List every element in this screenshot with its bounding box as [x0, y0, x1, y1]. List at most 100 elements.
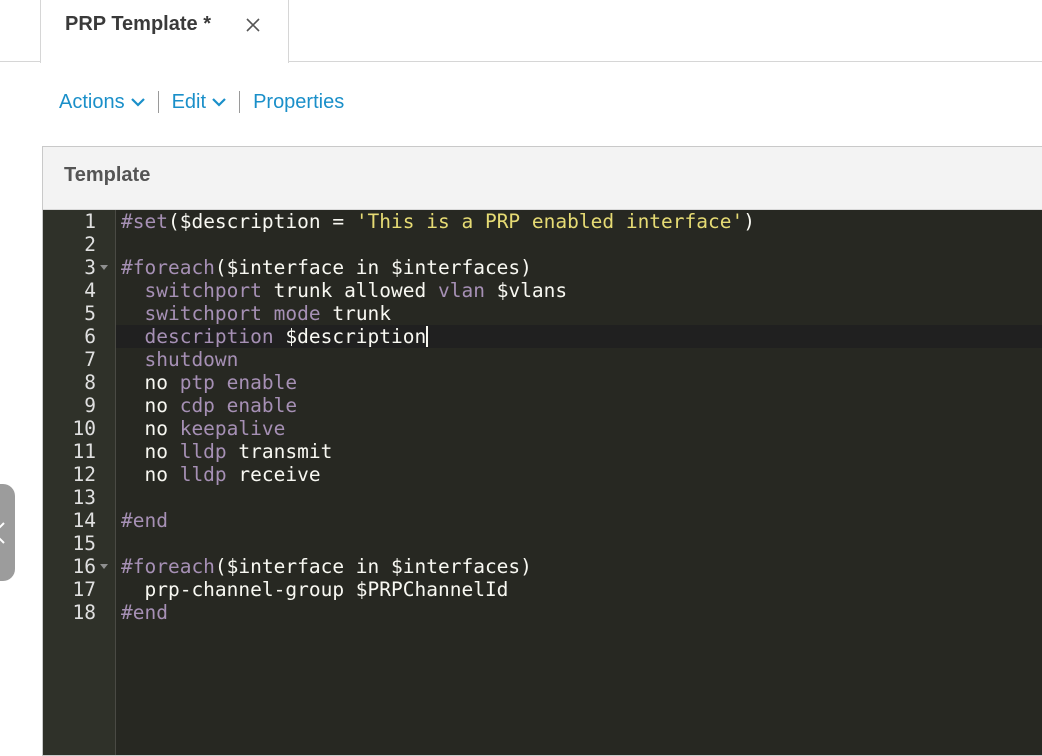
line-number: 15: [72, 532, 96, 555]
text-cursor: [426, 326, 429, 347]
line-number: 17: [72, 578, 96, 601]
tab-bar: PRP Template *: [0, 0, 1042, 63]
code-line[interactable]: 10 no keepalive: [43, 417, 1042, 440]
line-number: 9: [84, 394, 96, 417]
line-number: 13: [72, 486, 96, 509]
code-line[interactable]: 12 no lldp receive: [43, 463, 1042, 486]
toolbar-divider: [157, 91, 159, 113]
code-text: #end: [121, 509, 168, 532]
chevron-left-icon: [0, 522, 5, 544]
code-token: no: [121, 394, 180, 417]
code-editor[interactable]: 1 #set($description = 'This is a PRP enab…: [43, 210, 1042, 755]
code-token: ): [743, 210, 755, 233]
code-line[interactable]: 7 shutdown: [43, 348, 1042, 371]
code-line[interactable]: 8 no ptp enable: [43, 371, 1042, 394]
code-token: #foreach: [121, 555, 215, 578]
actions-menu-button[interactable]: Actions: [59, 91, 145, 114]
code-token: #end: [121, 601, 168, 624]
code-line[interactable]: 16 #foreach($interface in $interfaces): [43, 555, 1042, 578]
code-line[interactable]: 2: [43, 233, 1042, 256]
code-line[interactable]: 9 no cdp enable: [43, 394, 1042, 417]
code-text: no cdp enable: [121, 394, 297, 417]
code-line[interactable]: 4 switchport trunk allowed vlan $vlans: [43, 279, 1042, 302]
chevron-down-icon: [212, 98, 226, 107]
code-token: keepalive: [179, 417, 286, 440]
line-number: 7: [84, 348, 96, 371]
panel-title: Template: [64, 164, 151, 186]
code-token: #set: [121, 210, 168, 233]
line-number: 11: [72, 440, 96, 463]
code-token: switchport mode: [144, 302, 321, 325]
code-token: switchport: [144, 279, 262, 302]
code-line[interactable]: 6 description $description: [43, 325, 1042, 348]
code-text: description $description: [121, 325, 429, 348]
code-text: #foreach($interface in $interfaces): [121, 555, 532, 578]
template-panel: Template 1 #set($description = 'This is a…: [42, 146, 1042, 756]
code-token: prp-channel-group $PRPChannelId: [121, 578, 509, 601]
panel-header: Template: [43, 147, 1042, 210]
code-text: no ptp enable: [121, 371, 297, 394]
edit-label: Edit: [171, 90, 207, 113]
code-line[interactable]: 5 switchport mode trunk: [43, 302, 1042, 325]
code-token: receive: [226, 463, 321, 486]
toolbar-divider: [239, 91, 241, 113]
code-text: switchport mode trunk: [121, 302, 391, 325]
code-text: no lldp receive: [121, 463, 321, 486]
code-text: #set($description = 'This is a PRP enabl…: [121, 210, 755, 233]
fold-toggle-icon[interactable]: [100, 564, 108, 569]
line-number: 5: [84, 302, 96, 325]
code-token: ($description =: [167, 210, 356, 233]
code-line[interactable]: 15: [43, 532, 1042, 555]
line-number: 6: [84, 325, 96, 348]
code-token: no: [121, 371, 180, 394]
code-token: lldp: [179, 463, 227, 486]
actions-label: Actions: [59, 90, 125, 113]
line-number: 16: [72, 555, 96, 578]
chevron-down-icon: [130, 98, 145, 107]
code-text: switchport trunk allowed vlan $vlans: [121, 279, 567, 302]
code-token: $description: [273, 325, 427, 348]
line-number: 3: [84, 256, 96, 279]
code-token: transmit: [226, 440, 333, 463]
sidebar-collapse-handle[interactable]: [0, 484, 15, 581]
code-line[interactable]: 11 no lldp transmit: [43, 440, 1042, 463]
code-token: no: [121, 440, 180, 463]
line-number: 12: [72, 463, 96, 486]
toolbar: Actions Edit Properties: [59, 89, 344, 115]
code-token: #end: [121, 509, 168, 532]
code-token: no: [121, 463, 180, 486]
code-line[interactable]: 17 prp-channel-group $PRPChannelId: [43, 578, 1042, 601]
code-token: description: [144, 325, 274, 348]
code-token: no: [121, 417, 180, 440]
close-icon[interactable]: [243, 15, 263, 35]
line-number: 10: [72, 417, 96, 440]
code-token: cdp enable: [179, 394, 298, 417]
code-line[interactable]: 1 #set($description = 'This is a PRP enab…: [43, 210, 1042, 233]
code-token: $vlans: [484, 279, 568, 302]
code-line[interactable]: 3 #foreach($interface in $interfaces): [43, 256, 1042, 279]
code-token: 'This is a PRP enabled interface': [355, 210, 744, 233]
properties-link[interactable]: Properties: [253, 91, 344, 114]
code-line[interactable]: 18 #end: [43, 601, 1042, 624]
code-token: vlan: [438, 279, 485, 302]
fold-toggle-icon[interactable]: [100, 265, 108, 270]
tab-prp-template[interactable]: PRP Template *: [40, 0, 289, 63]
code-token: shutdown: [144, 348, 239, 371]
code-line[interactable]: 14 #end: [43, 509, 1042, 532]
edit-menu-button[interactable]: Edit: [172, 91, 226, 114]
line-number: 18: [72, 601, 96, 624]
code-token: #foreach: [121, 256, 215, 279]
code-text: shutdown: [121, 348, 238, 371]
properties-label: Properties: [253, 90, 345, 113]
code-line[interactable]: 13: [43, 486, 1042, 509]
code-text: no lldp transmit: [121, 440, 332, 463]
code-token: trunk allowed: [261, 279, 438, 302]
line-number: 8: [84, 371, 96, 394]
code-token: ($interface in $interfaces): [214, 555, 532, 578]
code-text: prp-channel-group $PRPChannelId: [121, 578, 508, 601]
code-token: ($interface in $interfaces): [214, 256, 532, 279]
code-token: ptp enable: [179, 371, 298, 394]
